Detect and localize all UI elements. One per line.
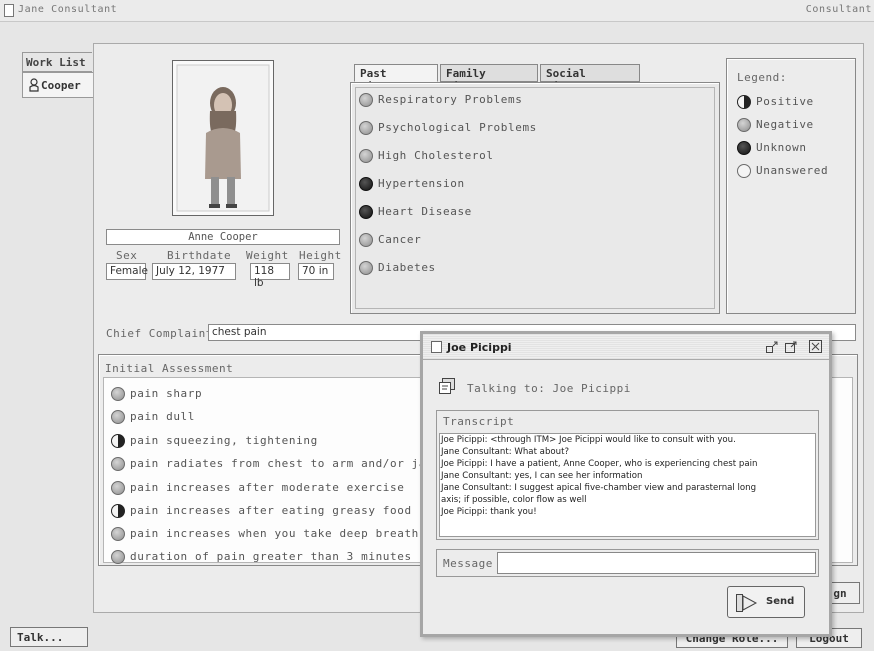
transcript-line: axis; if possible, color flow as well <box>441 495 587 505</box>
patient-tab-cooper[interactable]: Cooper <box>22 72 94 98</box>
history-item[interactable]: High Cholesterol <box>359 149 494 163</box>
talking-to-icon <box>439 378 457 394</box>
message-input[interactable] <box>497 552 816 574</box>
positive-icon <box>737 95 751 109</box>
transcript-line: Jane Consultant: What about? <box>441 447 570 457</box>
transcript-line: Jane Consultant: yes, I can see her info… <box>441 471 643 481</box>
send-icon <box>736 594 758 612</box>
chat-title-bar[interactable]: Joe Picippi <box>423 334 829 360</box>
birthdate-field: July 12, 1977 <box>152 263 236 280</box>
history-panel: Respiratory Problems Psychological Probl… <box>350 82 720 314</box>
status-negative-icon <box>111 481 125 495</box>
status-positive-icon <box>111 504 125 518</box>
sex-field: Female <box>106 263 148 280</box>
send-button[interactable]: Send <box>727 586 805 618</box>
tab-social-history[interactable]: Social History <box>540 64 640 93</box>
transcript-label: Transcript <box>443 415 515 428</box>
birthdate-label: Birthdate <box>167 249 232 262</box>
legend-title: Legend: <box>737 71 787 84</box>
status-negative-icon <box>111 527 125 541</box>
patient-name-field: Anne Cooper <box>106 229 340 245</box>
assessment-title: Initial Assessment <box>105 362 234 375</box>
transcript-line: Jane Consultant: I suggest apical five-c… <box>441 483 757 493</box>
assessment-item[interactable]: duration of pain greater than 3 minutes <box>111 550 412 564</box>
status-unknown-icon <box>359 205 373 219</box>
assessment-item[interactable]: pain increases after eating greasy food <box>111 504 412 518</box>
chat-window: Joe Picippi Talking to: Joe Picippi Tran… <box>420 331 832 637</box>
message-panel: Message <box>436 549 819 577</box>
minimize-icon[interactable] <box>766 341 778 353</box>
negative-icon <box>737 118 751 132</box>
window-title: Jane Consultant <box>18 4 118 15</box>
title-bar: Jane Consultant Consultant <box>0 0 874 22</box>
history-item[interactable]: Respiratory Problems <box>359 93 522 107</box>
status-negative-icon <box>111 387 125 401</box>
weight-label: Weight <box>246 249 289 262</box>
legend-item-unknown: Unknown <box>737 141 807 155</box>
transcript-text[interactable]: Joe Picippi: <through ITM> Joe Picippi w… <box>439 433 816 537</box>
weight-field: 118 lb <box>250 263 290 289</box>
message-label: Message <box>443 557 493 570</box>
tab-family-history[interactable]: Family History <box>440 64 538 93</box>
status-negative-icon <box>359 261 373 275</box>
status-negative-icon <box>111 457 125 471</box>
window-title-right: Consultant <box>805 4 872 15</box>
status-negative-icon <box>359 149 373 163</box>
unknown-icon <box>737 141 751 155</box>
maximize-icon[interactable] <box>785 341 797 353</box>
height-label: Height <box>299 249 342 262</box>
assessment-item[interactable]: pain increases after moderate exercise <box>111 481 404 495</box>
sex-label: Sex <box>116 249 138 262</box>
worklist-tab[interactable]: Work List <box>22 52 92 72</box>
status-negative-icon <box>359 121 373 135</box>
status-negative-icon <box>359 233 373 247</box>
legend-panel: Legend: Positive Negative Unknown Unansw… <box>726 58 856 314</box>
status-negative-icon <box>359 93 373 107</box>
status-negative-icon <box>111 550 125 564</box>
unanswered-icon <box>737 164 751 178</box>
chat-title: Joe Picippi <box>447 341 512 354</box>
legend-item-negative: Negative <box>737 118 814 132</box>
window-icon <box>4 4 14 17</box>
history-tabs: Past History Family History Social Histo… <box>354 64 714 93</box>
status-positive-icon <box>111 434 125 448</box>
talking-to-label: Talking to: Joe Picippi <box>467 382 631 395</box>
status-unknown-icon <box>359 177 373 191</box>
transcript-line: Joe Picippi: thank you! <box>441 507 537 517</box>
history-item[interactable]: Psychological Problems <box>359 121 537 135</box>
history-item[interactable]: Cancer <box>359 233 421 247</box>
tab-past-history[interactable]: Past History <box>354 64 438 93</box>
patient-tab-icon <box>29 78 39 92</box>
transcript-line: Joe Picippi: <through ITM> Joe Picippi w… <box>441 435 736 445</box>
transcript-line: Joe Picippi: I have a patient, Anne Coop… <box>441 459 758 469</box>
chief-complaint-label: Chief Complaint: <box>106 327 220 340</box>
legend-item-positive: Positive <box>737 95 814 109</box>
transcript-panel: Transcript Joe Picippi: <through ITM> Jo… <box>436 410 819 540</box>
assessment-item[interactable]: pain radiates from chest to arm and/or j… <box>111 457 433 471</box>
close-icon[interactable] <box>809 340 822 353</box>
assessment-item[interactable]: pain squeezing, tightening <box>111 434 318 448</box>
status-negative-icon <box>111 410 125 424</box>
chat-window-icon <box>431 341 442 353</box>
assessment-item[interactable]: pain sharp <box>111 387 202 401</box>
legend-item-unanswered: Unanswered <box>737 164 828 178</box>
patient-photo <box>172 60 274 216</box>
history-item[interactable]: Diabetes <box>359 261 436 275</box>
talk-button[interactable]: Talk... <box>10 627 88 647</box>
history-item[interactable]: Hypertension <box>359 177 465 191</box>
assessment-item[interactable]: pain dull <box>111 410 195 424</box>
height-field: 70 in <box>298 263 334 280</box>
assessment-item[interactable]: pain increases when you take deep breath… <box>111 527 426 541</box>
history-item[interactable]: Heart Disease <box>359 205 472 219</box>
